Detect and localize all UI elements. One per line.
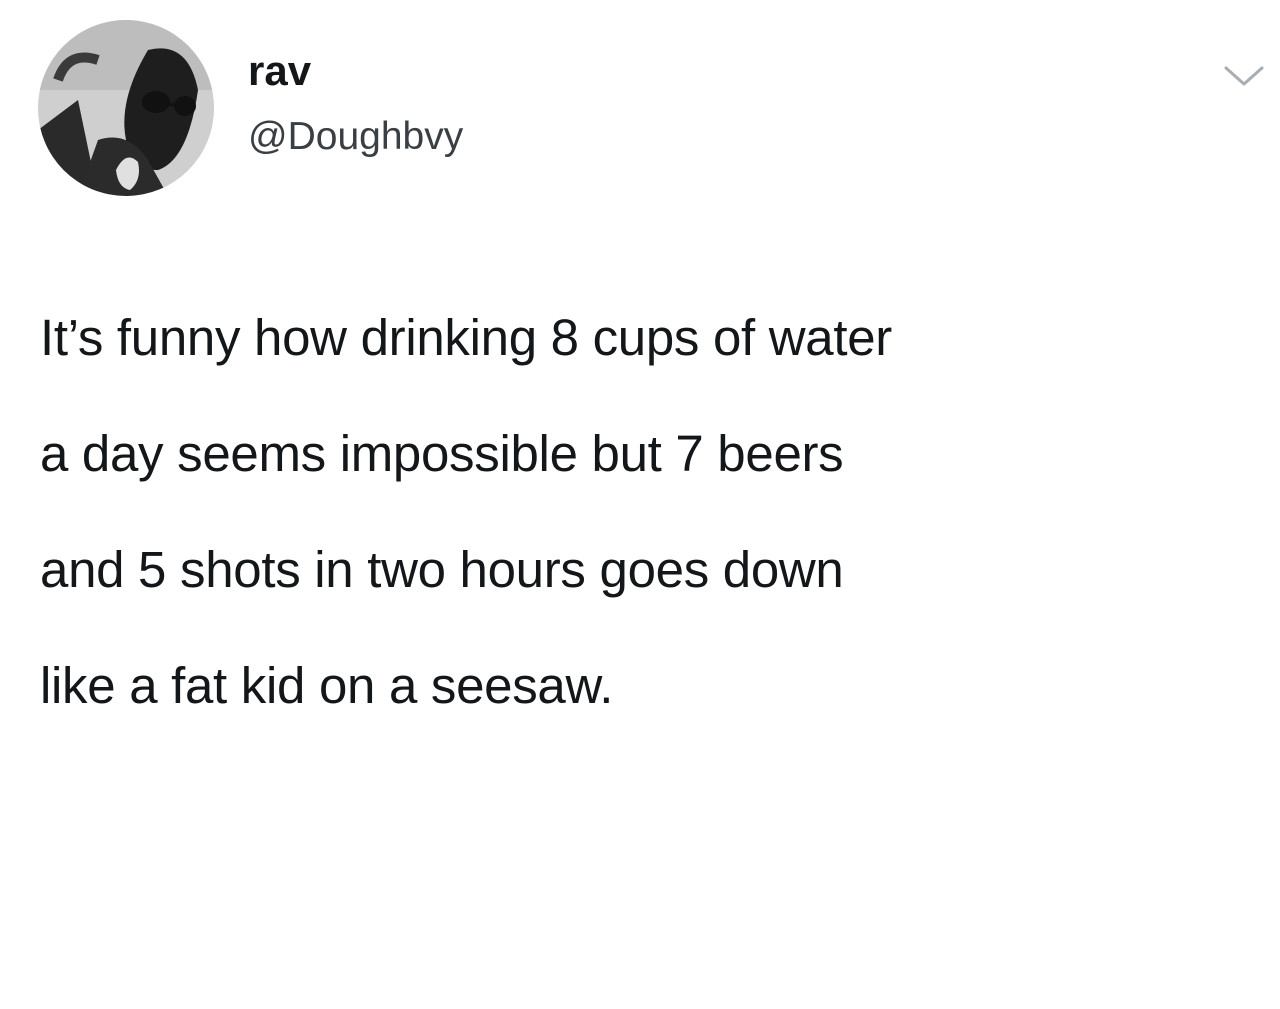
- tweet-menu-button[interactable]: [1222, 62, 1266, 90]
- tweet-card: rav @Doughbvy It’s funny how drinking 8 …: [0, 0, 1280, 1009]
- author-handle[interactable]: @Doughbvy: [248, 117, 463, 156]
- avatar[interactable]: [38, 20, 214, 196]
- tweet-text-line: and 5 shots in two hours goes down: [40, 541, 844, 598]
- profile-photo-icon: [38, 20, 214, 196]
- chevron-down-icon: [1224, 66, 1264, 86]
- tweet-text-line: It’s funny how drinking 8 cups of water: [40, 309, 892, 366]
- tweet-text-line: a day seems impossible but 7 beers: [40, 425, 844, 482]
- tweet-text: It’s funny how drinking 8 cups of water …: [40, 280, 1255, 744]
- author-display-name[interactable]: rav: [248, 50, 311, 92]
- tweet-text-line: like a fat kid on a seesaw.: [40, 657, 614, 714]
